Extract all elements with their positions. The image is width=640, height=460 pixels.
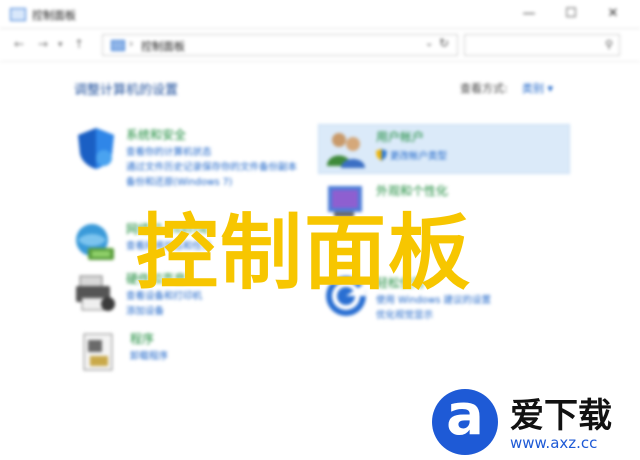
page-title: 调整计算机的设置 bbox=[74, 83, 179, 98]
category-link[interactable]: 通过文件历史记录保存你的文件备份副本 bbox=[126, 159, 297, 173]
breadcrumb[interactable]: 控制面板 bbox=[141, 38, 185, 54]
back-arrow-icon[interactable]: ← bbox=[14, 37, 24, 51]
overlay-title: 控制面板 bbox=[136, 206, 473, 301]
address-field[interactable]: › 控制面板 ⌄ ↻ bbox=[102, 34, 458, 56]
category-link[interactable]: 优化视觉显示 bbox=[376, 307, 433, 321]
category-title[interactable]: 用户帐户 bbox=[376, 128, 424, 145]
recent-locations-icon[interactable]: ▾ bbox=[58, 40, 63, 50]
shield-icon bbox=[78, 128, 114, 169]
category-title[interactable]: 程序 bbox=[130, 330, 154, 347]
search-input[interactable]: ⚲ bbox=[464, 34, 620, 56]
control-panel-icon bbox=[111, 40, 125, 51]
control-panel-icon bbox=[10, 8, 26, 21]
view-by-label: 查看方式: bbox=[460, 82, 508, 95]
users-icon bbox=[327, 133, 365, 168]
screenshot: 控制面板 — ☐ ✕ ← → ▾ ↑ › 控制面板 ⌄ ↻ ⚲ 调整计算机的设置… bbox=[0, 0, 640, 460]
watermark-name: 爱下载 bbox=[510, 396, 612, 436]
category-link[interactable]: 卸载程序 bbox=[130, 348, 168, 362]
forward-arrow-icon[interactable]: → bbox=[38, 37, 48, 51]
close-button[interactable]: ✕ bbox=[596, 4, 630, 24]
breadcrumb-separator: › bbox=[129, 37, 134, 50]
programs-icon bbox=[83, 333, 113, 371]
window-title: 控制面板 bbox=[32, 9, 76, 22]
view-by-dropdown[interactable]: 类别 ▾ bbox=[522, 80, 553, 96]
uac-shield-icon bbox=[376, 149, 387, 161]
navigation-bar: ← → ▾ ↑ › 控制面板 ⌄ ↻ ⚲ bbox=[0, 29, 640, 62]
refresh-icon[interactable]: ↻ bbox=[439, 36, 449, 50]
printer-icon bbox=[76, 275, 115, 311]
category-link[interactable]: 查看你的计算机状态 bbox=[126, 144, 212, 158]
category-title[interactable]: 系统和安全 bbox=[126, 126, 186, 143]
watermark-url: www.axz.cc bbox=[510, 434, 598, 452]
minimize-button[interactable]: — bbox=[512, 4, 546, 24]
watermark-logo-letter: a bbox=[446, 383, 484, 448]
network-icon bbox=[76, 224, 114, 260]
up-arrow-icon[interactable]: ↑ bbox=[74, 37, 84, 51]
title-bar: 控制面板 — ☐ ✕ bbox=[0, 0, 640, 29]
chevron-down-icon[interactable]: ⌄ bbox=[425, 38, 433, 49]
category-link[interactable]: 添加设备 bbox=[126, 303, 164, 317]
search-icon[interactable]: ⚲ bbox=[605, 38, 613, 51]
maximize-button[interactable]: ☐ bbox=[554, 4, 588, 24]
